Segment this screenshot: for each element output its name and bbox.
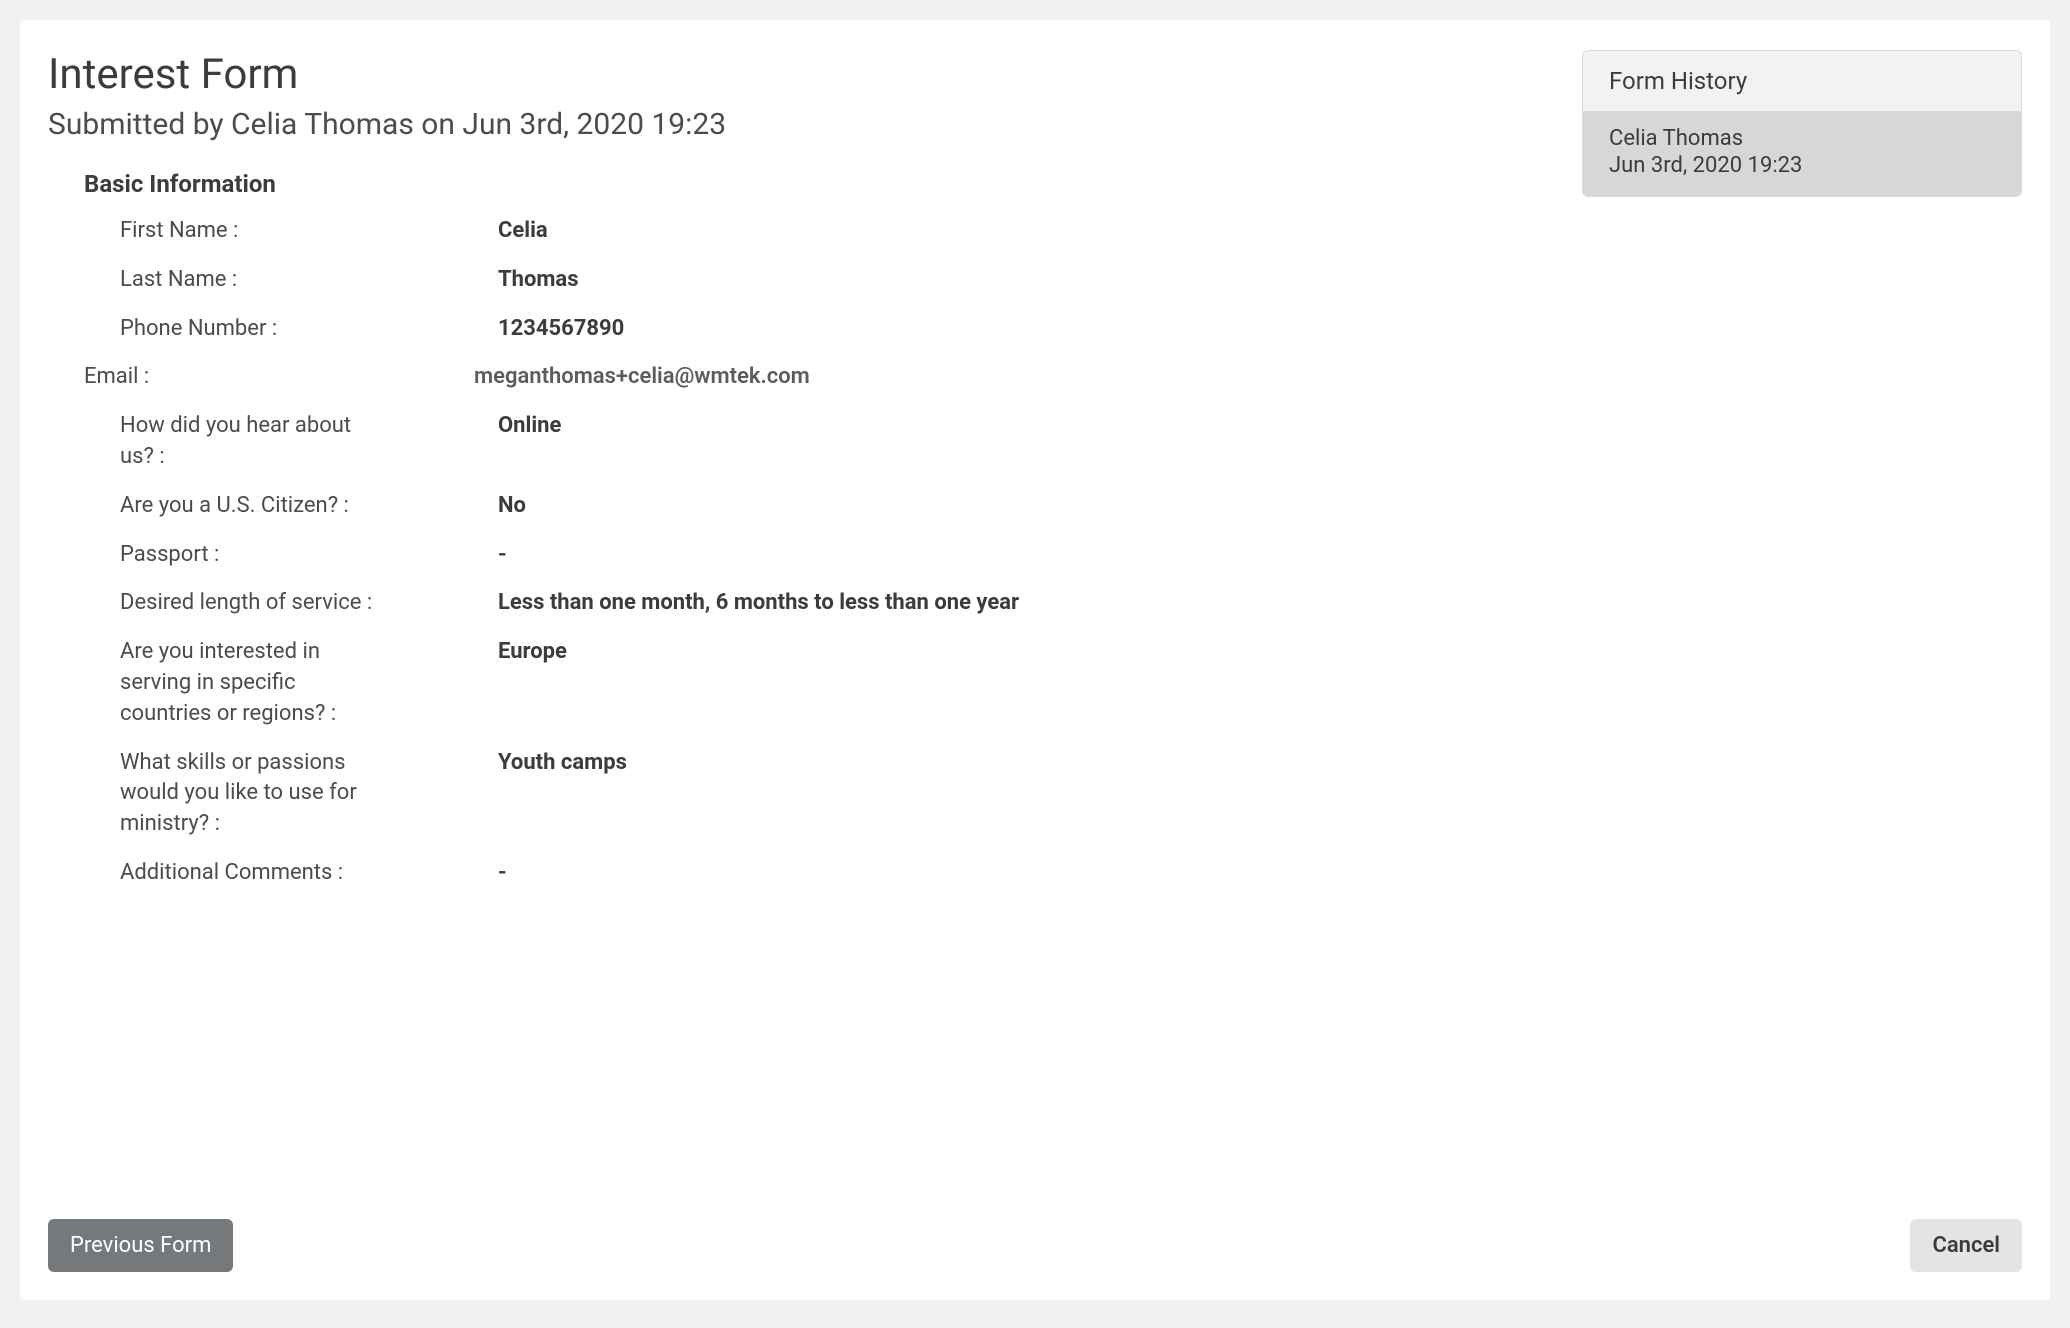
field-value: 1234567890 (408, 314, 1542, 345)
field-label: How did you hear about us? : (48, 411, 408, 473)
page-title: Interest Form (48, 50, 1542, 99)
side-column: Form History Celia ThomasJun 3rd, 2020 1… (1582, 50, 2022, 1270)
form-history-header: Form History (1583, 51, 2021, 112)
field-value: meganthomas+celia@wmtek.com (408, 362, 1542, 393)
field-row: Are you interested in serving in specifi… (48, 637, 1542, 729)
field-value: Less than one month, 6 months to less th… (408, 588, 1542, 619)
cancel-button[interactable]: Cancel (1910, 1219, 2022, 1272)
field-label: Desired length of service : (48, 588, 408, 619)
history-item-name: Celia Thomas (1609, 126, 1995, 151)
history-item-date: Jun 3rd, 2020 19:23 (1609, 153, 1995, 178)
field-row: Passport :- (48, 540, 1542, 571)
previous-form-button[interactable]: Previous Form (48, 1219, 233, 1272)
field-label: What skills or passions would you like t… (48, 748, 408, 840)
field-row: First Name :Celia (48, 216, 1542, 247)
fields-container: First Name :CeliaLast Name :ThomasPhone … (48, 216, 1542, 889)
field-value: Thomas (408, 265, 1542, 296)
field-label: Phone Number : (48, 314, 408, 345)
field-row: What skills or passions would you like t… (48, 748, 1542, 840)
field-label: Are you a U.S. Citizen? : (48, 491, 408, 522)
field-label: Additional Comments : (48, 858, 408, 889)
field-value: No (408, 491, 1542, 522)
field-label: Email : (48, 362, 408, 393)
field-value: Celia (408, 216, 1542, 247)
field-row: Desired length of service :Less than one… (48, 588, 1542, 619)
section-title: Basic Information (84, 170, 1542, 198)
field-label: Are you interested in serving in specifi… (48, 637, 408, 729)
field-row: Phone Number :1234567890 (48, 314, 1542, 345)
field-label: Last Name : (48, 265, 408, 296)
field-label: First Name : (48, 216, 408, 247)
field-label: Passport : (48, 540, 408, 571)
form-history-item[interactable]: Celia ThomasJun 3rd, 2020 19:23 (1583, 112, 2021, 196)
form-history-panel: Form History Celia ThomasJun 3rd, 2020 1… (1582, 50, 2022, 197)
subtitle: Submitted by Celia Thomas on Jun 3rd, 20… (48, 107, 1542, 142)
field-value: - (408, 858, 1542, 889)
main-column: Interest Form Submitted by Celia Thomas … (48, 50, 1542, 1270)
field-row: Email :meganthomas+celia@wmtek.com (48, 362, 1542, 393)
field-row: Last Name :Thomas (48, 265, 1542, 296)
form-page: Interest Form Submitted by Celia Thomas … (20, 20, 2050, 1300)
button-row: Previous Form Cancel (48, 1219, 2022, 1272)
field-row: How did you hear about us? :Online (48, 411, 1542, 473)
field-value: Youth camps (408, 748, 1542, 779)
form-history-items: Celia ThomasJun 3rd, 2020 19:23 (1583, 112, 2021, 196)
field-row: Are you a U.S. Citizen? :No (48, 491, 1542, 522)
field-value: Online (408, 411, 1542, 442)
field-row: Additional Comments :- (48, 858, 1542, 889)
field-value: Europe (408, 637, 1542, 668)
field-value: - (408, 540, 1542, 571)
